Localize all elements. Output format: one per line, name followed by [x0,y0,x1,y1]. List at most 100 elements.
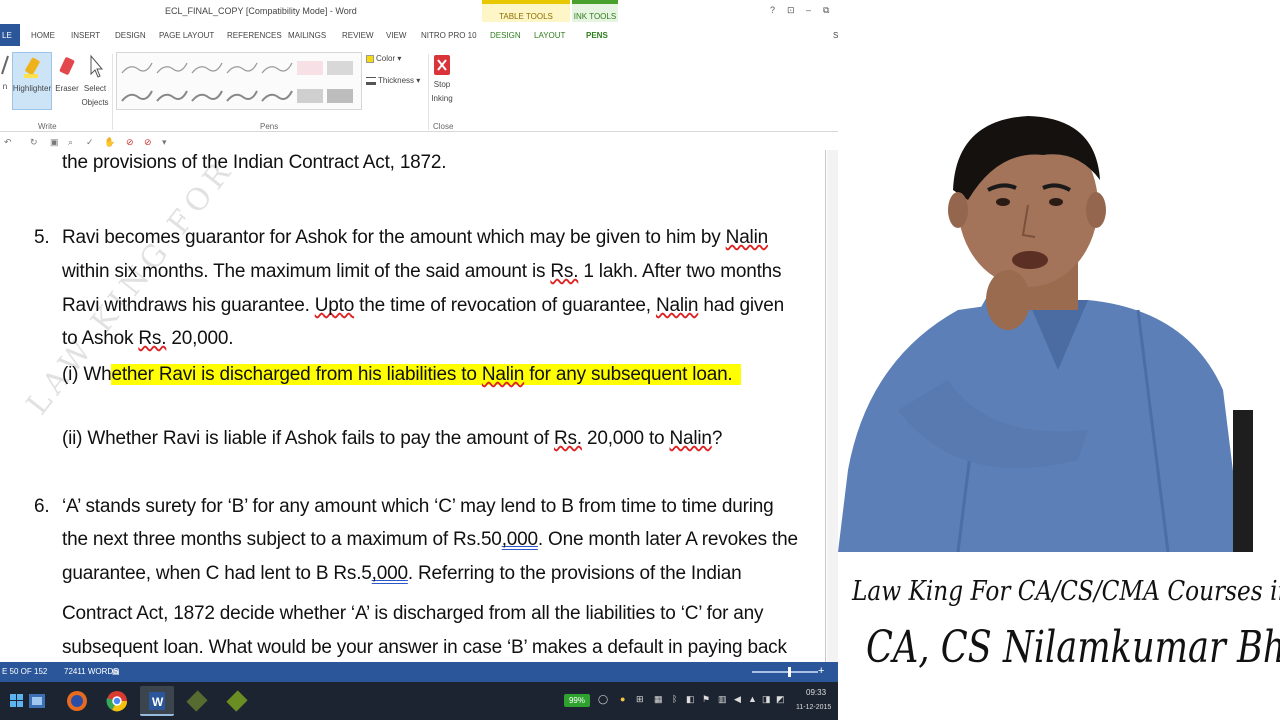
tray-icon[interactable]: ◨ [762,694,771,705]
redo-icon[interactable]: ↻ [30,137,38,148]
question-number: 6. [34,496,50,517]
help-button[interactable]: ? [770,5,775,15]
highlighter-button[interactable]: Highlighter [12,54,52,93]
text-line: Contract Act, 1872 decide whether ‘A’ is… [62,603,764,624]
document-area: LAW KING FOR the provisions of the India… [0,150,838,662]
select-label-2: Objects [81,98,109,107]
text-line: Ravi becomes guarantor for Ashok for the… [62,227,768,248]
chrome-icon[interactable] [100,686,134,716]
tab-insert[interactable]: INSERT [71,31,100,40]
battery-indicator[interactable]: 99% [564,694,590,707]
highlighted-text-line: (i) Whether Ravi is discharged from his … [62,364,741,386]
spelling-icon[interactable]: ✓ [86,137,94,148]
window-title: ECL_FINAL_COPY [Compatibility Mode] - Wo… [165,6,357,16]
text-line: guarantee, when C had lent to B Rs.5,000… [62,563,742,584]
zoom-slider[interactable] [752,671,818,673]
group-divider [112,54,113,130]
eraser-button[interactable]: Eraser [54,54,80,93]
word-window: ECL_FINAL_COPY [Compatibility Mode] - Wo… [0,0,838,720]
clock-date[interactable]: 11-12-2015 [796,704,831,711]
flag-icon[interactable]: ⚑ [702,694,710,705]
ink-off-icon[interactable]: ⊘ [144,137,152,148]
vertical-scrollbar[interactable] [827,150,838,662]
color-label: Color ▾ [376,54,402,63]
tray-icon[interactable]: ◧ [686,694,695,705]
table-tools-context-tab: TABLE TOOLS [482,0,570,22]
tray-icon[interactable]: ◩ [776,694,785,705]
ribbon-display-options-button[interactable]: ⊡ [787,5,795,16]
stop-label-2: Inking [431,94,453,103]
pen-styles-gallery [121,61,353,103]
network-icon[interactable]: ▲ [748,694,757,704]
undo-icon[interactable]: ↶ [4,137,12,148]
status-bar: E 50 OF 152 72411 WORDS ▤ + [0,662,838,682]
cursor-arrow-icon [90,54,103,78]
print-preview-icon[interactable]: ⌕ [68,137,73,148]
tab-page-layout[interactable]: PAGE LAYOUT [159,31,214,40]
stop-inking-button[interactable]: Stop Inking [428,54,456,103]
eraser-label: Eraser [55,84,79,93]
bluetooth-icon[interactable]: ᛒ [672,694,677,704]
document-page[interactable]: LAW KING FOR the provisions of the India… [0,150,826,662]
tab-view[interactable]: VIEW [386,31,406,40]
restore-button[interactable]: ⧉ [823,5,829,16]
stop-label-1: Stop [433,80,451,89]
ribbon-tabs: LE HOME INSERT DESIGN PAGE LAYOUT REFERE… [0,24,838,46]
proofing-icon[interactable]: ▤ [112,667,120,676]
channel-caption: Law King For CA/CS/CMA Courses in Pune [852,576,1280,607]
volume-icon[interactable]: ◀ [734,694,741,705]
select-objects-button[interactable]: Select Objects [80,54,110,107]
tab-pens[interactable]: PENS [586,31,608,40]
app-icon[interactable] [180,686,214,716]
text-line: Ravi withdraws his guarantee. Upto the t… [62,295,784,316]
firefox-icon[interactable] [60,686,94,716]
svg-text:W: W [152,695,164,709]
color-button[interactable]: Color ▾ [366,54,418,63]
word-count[interactable]: 72411 WORDS [64,667,119,676]
touch-mode-icon[interactable]: ✋ [104,137,115,148]
tab-nitro-pro[interactable]: NITRO PRO 10 [421,31,477,40]
text-line: (ii) Whether Ravi is liable if Ashok fai… [62,428,723,449]
tray-icon[interactable]: ▥ [718,694,727,705]
file-tab[interactable]: LE [0,24,20,46]
tab-table-layout[interactable]: LAYOUT [534,31,565,40]
text-line: subsequent loan. What would be your answ… [62,637,787,658]
pen-icon [1,55,9,75]
file-explorer-icon[interactable] [20,686,54,716]
tray-icon[interactable]: ▦ [654,694,663,705]
close-icon [434,55,450,75]
minimize-button[interactable]: – [806,5,811,15]
tray-icon[interactable]: ● [620,694,625,704]
clock-time[interactable]: 09:33 [806,688,826,697]
app-icon[interactable] [220,686,254,716]
zoom-in-icon[interactable]: + [818,665,824,677]
ink-off-icon[interactable]: ⊘ [126,137,134,148]
tab-review[interactable]: REVIEW [342,31,374,40]
windows-taskbar: W 99% ◯ ● ⊞ ▦ ᛒ ◧ ⚑ ▥ ◀ ▲ ◨ ◩ 09:33 11-1… [0,682,838,720]
pen-button[interactable]: n [0,54,10,91]
tab-design[interactable]: DESIGN [115,31,146,40]
select-label-1: Select [83,84,107,93]
pens-gallery[interactable] [116,52,362,110]
tab-mailings[interactable]: MAILINGS [288,31,326,40]
pens-group-label: Pens [260,122,279,131]
page-count[interactable]: E 50 OF 152 [2,667,47,676]
tab-table-design[interactable]: DESIGN [490,31,521,40]
customize-qat-icon[interactable]: ▾ [162,137,167,148]
thickness-button[interactable]: Thickness ▾ [366,76,426,85]
text-line: ‘A’ stands surety for ‘B’ for any amount… [62,496,774,517]
thickness-label: Thickness ▾ [378,76,421,85]
tab-references[interactable]: REFERENCES [227,31,282,40]
tab-home[interactable]: HOME [31,31,55,40]
thickness-icon [366,76,376,85]
word-taskbar-icon[interactable]: W [140,686,174,716]
zoom-slider-thumb[interactable] [788,667,791,677]
presenter-name: CA, CS Nilamkumar Bhandari [866,622,1280,673]
presenter-panel: Law King For CA/CS/CMA Courses in Pune C… [838,0,1280,720]
tray-icon[interactable]: ◯ [598,694,608,705]
ink-tools-context-tab: INK TOOLS [572,0,618,22]
pen-color-icon [366,54,374,63]
save-icon[interactable]: ▣ [50,137,59,148]
tray-icon[interactable]: ⊞ [636,694,644,705]
title-bar: ECL_FINAL_COPY [Compatibility Mode] - Wo… [0,0,838,22]
